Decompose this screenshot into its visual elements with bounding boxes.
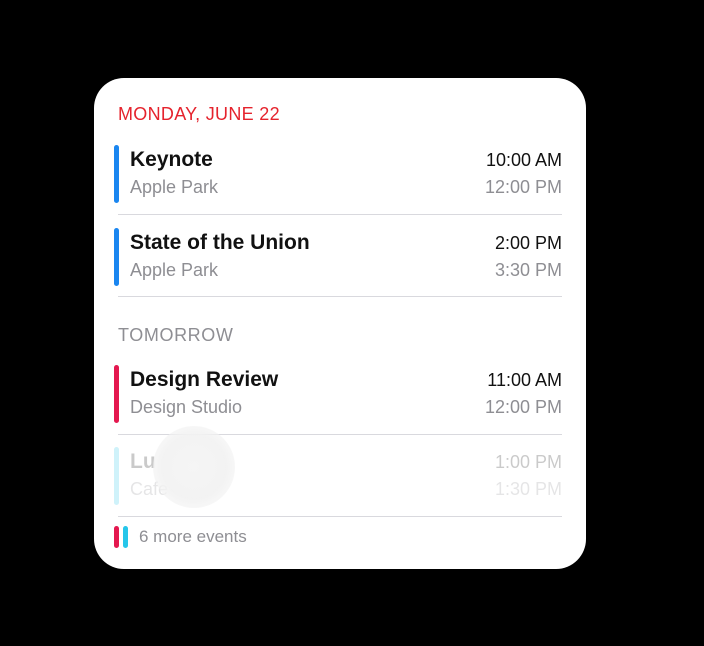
event-title: State of the Union: [130, 231, 310, 254]
event-location: Design Studio: [130, 397, 243, 417]
calendar-color-bar: [114, 365, 119, 423]
divider: [118, 214, 562, 215]
event-start-time: 10:00 AM: [485, 150, 562, 170]
event-state-of-the-union[interactable]: State of the Union Apple Park 2:00 PM 3:…: [114, 228, 562, 286]
more-events-label: 6 more events: [139, 527, 247, 546]
calendar-color-bar: [114, 228, 119, 286]
event-start-time: 2:00 PM: [494, 233, 562, 253]
event-start-time: 11:00 AM: [487, 370, 562, 390]
calendar-widget[interactable]: MONDAY, JUNE 22 Keynote Apple Park 10:00…: [94, 78, 586, 569]
tomorrow-header: TOMORROW: [118, 325, 234, 345]
event-end-time: 12:00 PM: [484, 397, 562, 417]
event-title: Design Review: [130, 368, 279, 391]
event-end-time: 1:30 PM: [494, 479, 562, 499]
event-end-time: 3:30 PM: [494, 260, 562, 280]
event-location: Apple Park: [130, 260, 219, 280]
calendar-color-bar: [114, 447, 119, 505]
touch-indicator: [153, 426, 235, 508]
divider: [118, 516, 562, 517]
calendar-color-dot-cyan: [123, 526, 128, 548]
event-keynote[interactable]: Keynote Apple Park 10:00 AM 12:00 PM: [114, 145, 562, 203]
divider: [118, 296, 562, 297]
calendar-color-dot-red: [114, 526, 119, 548]
event-start-time: 1:00 PM: [494, 452, 562, 472]
event-title: Lu: [130, 450, 156, 473]
event-design-review[interactable]: Design Review Design Studio 11:00 AM 12:…: [114, 365, 562, 423]
date-header: MONDAY, JUNE 22: [118, 104, 280, 124]
event-title: Keynote: [130, 148, 213, 171]
event-location: Apple Park: [130, 177, 219, 197]
calendar-color-bar: [114, 145, 119, 203]
event-end-time: 12:00 PM: [484, 177, 562, 197]
